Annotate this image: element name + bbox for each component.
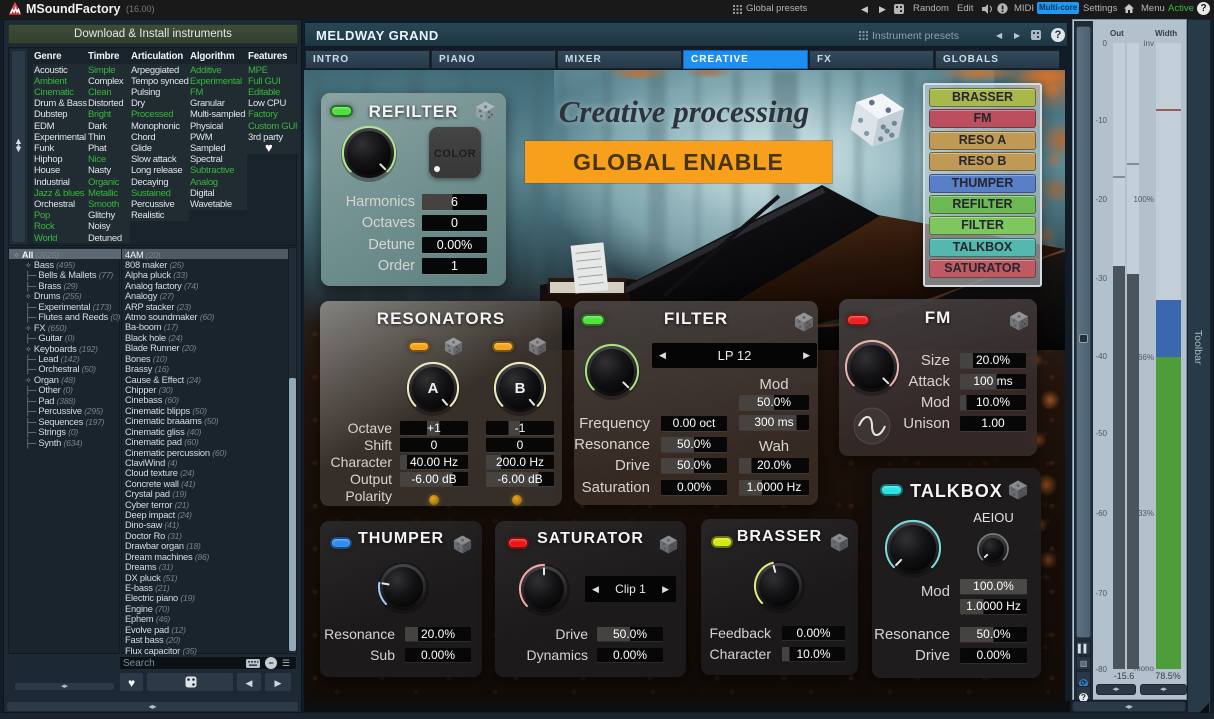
svg-text:B: B [515,380,526,397]
svg-text:A: A [428,380,439,397]
